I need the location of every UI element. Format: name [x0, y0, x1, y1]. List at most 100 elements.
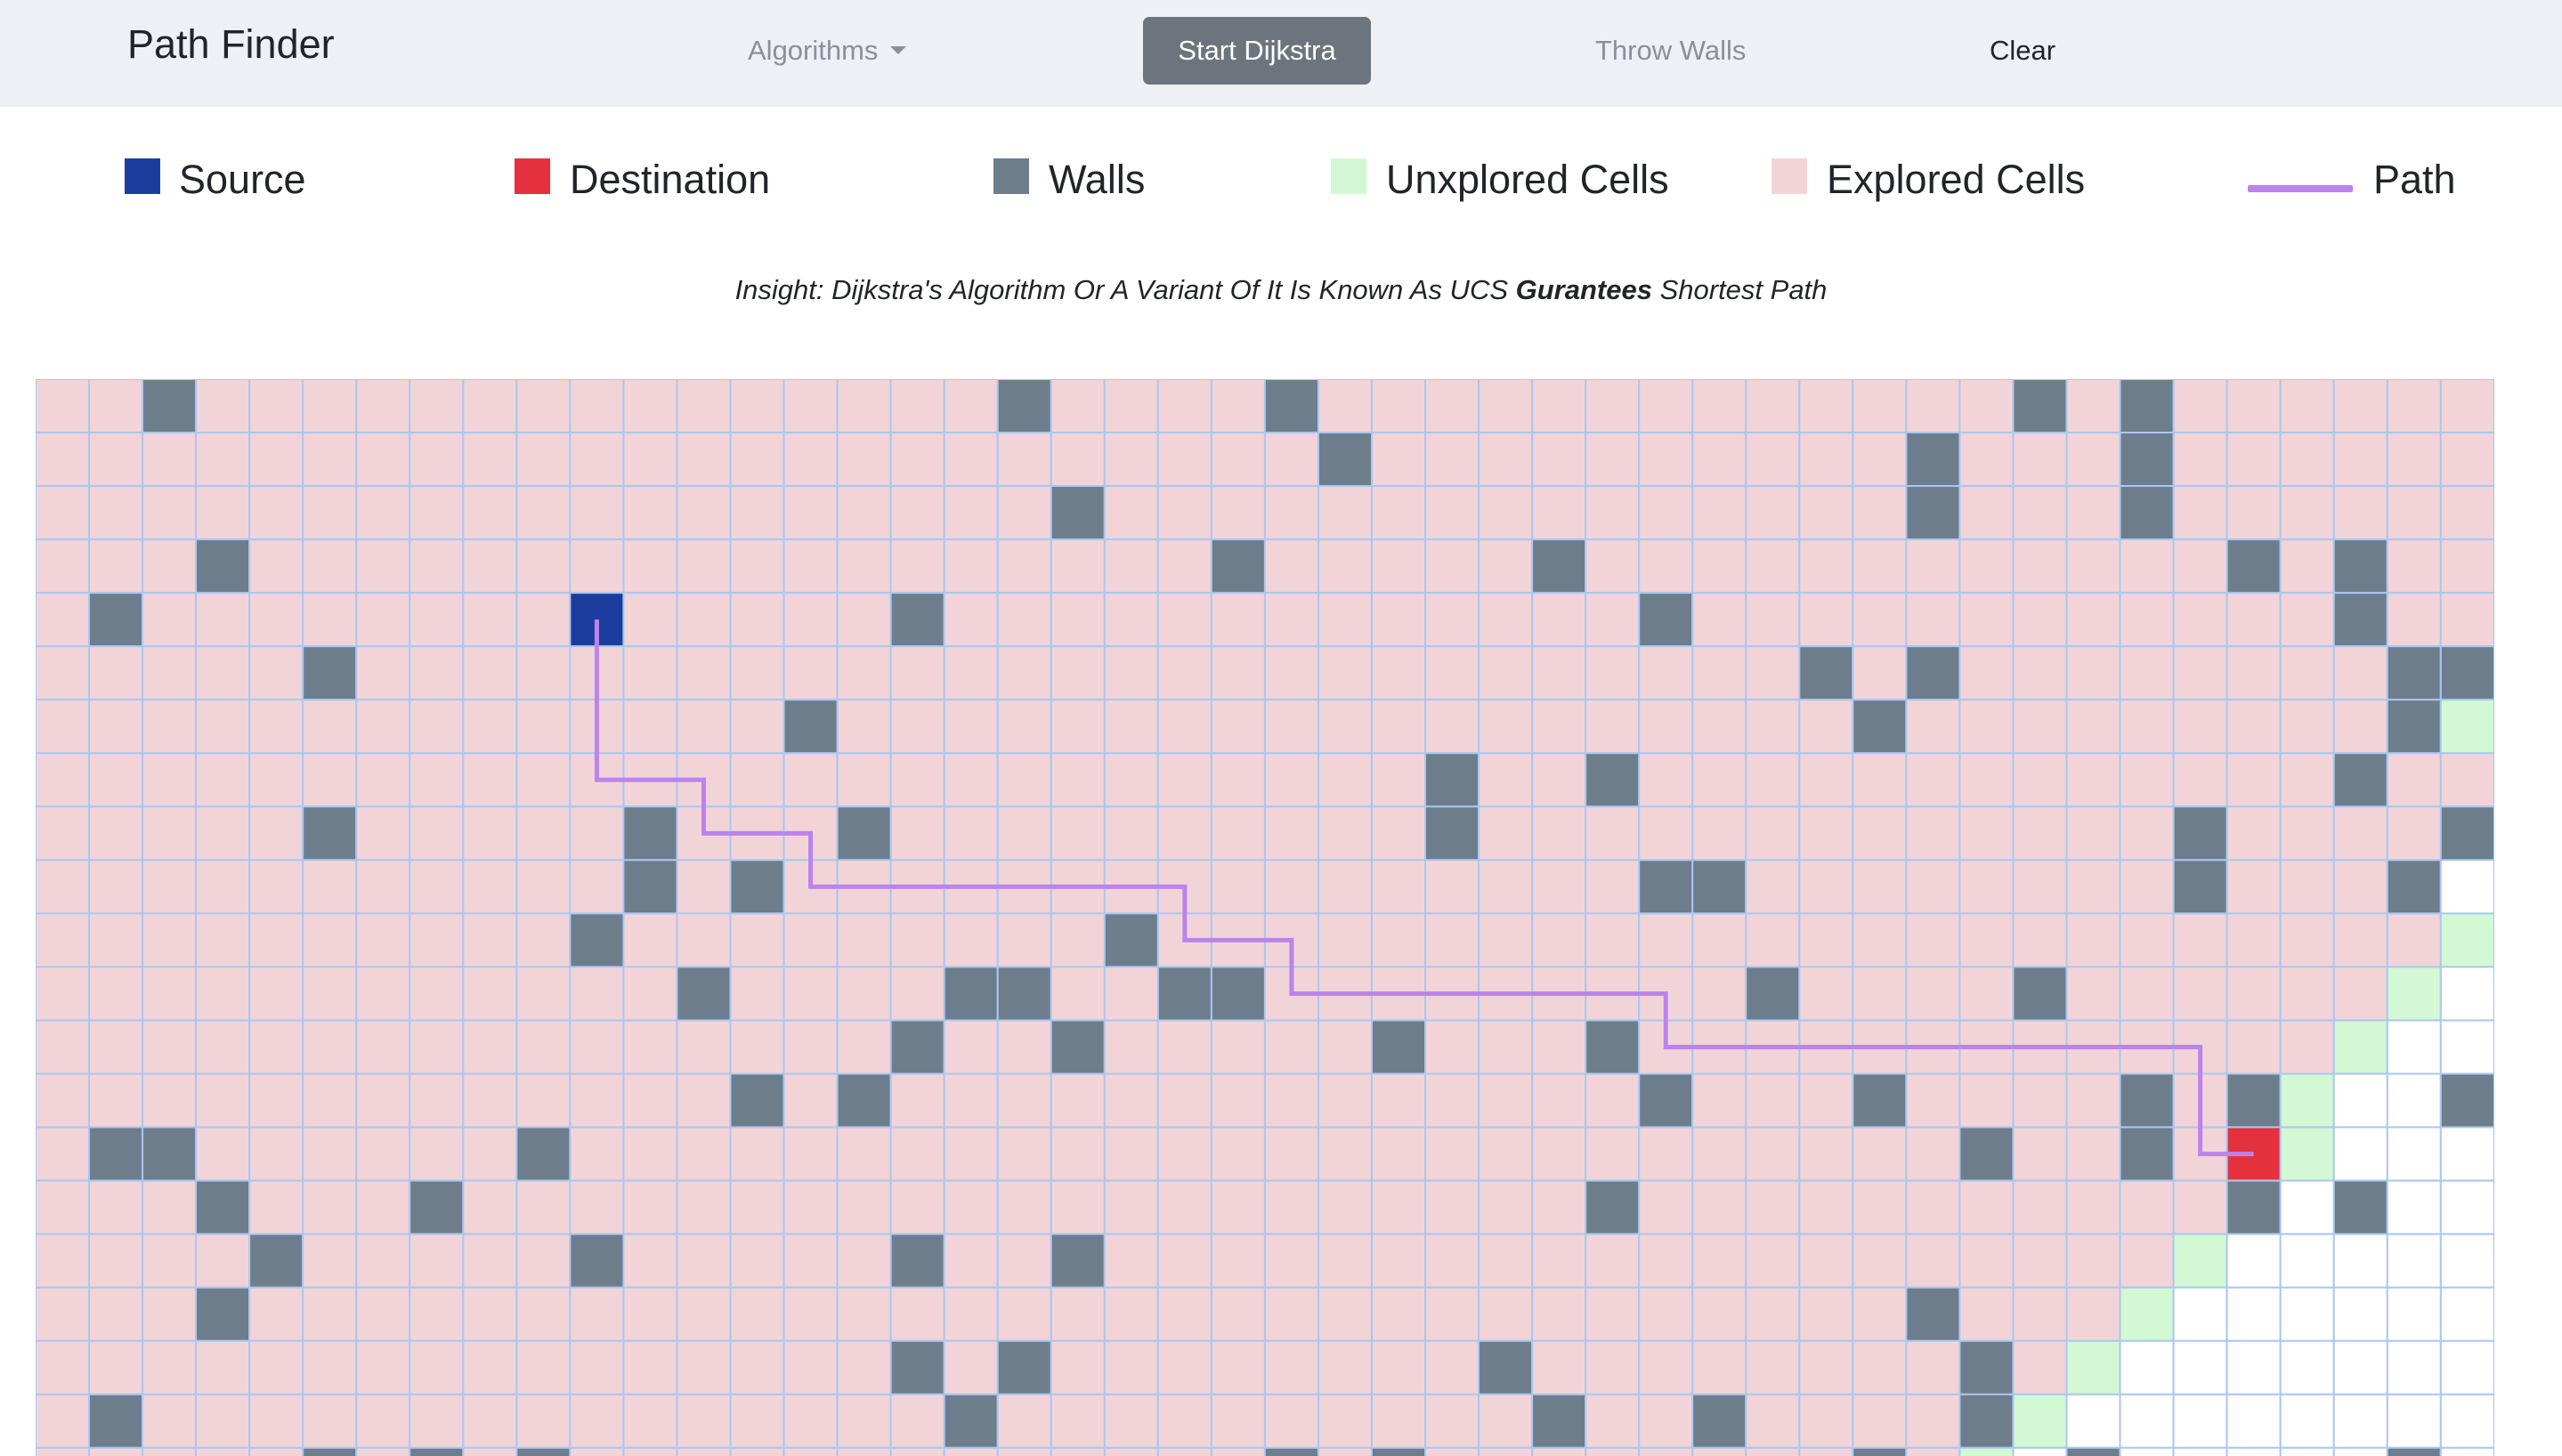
explored-cell[interactable]: [409, 805, 465, 861]
explored-cell[interactable]: [2119, 752, 2175, 808]
explored-cell[interactable]: [195, 592, 251, 648]
explored-cell[interactable]: [1263, 1339, 1319, 1395]
explored-cell[interactable]: [2119, 805, 2175, 861]
explored-cell[interactable]: [1371, 432, 1427, 488]
empty-cell[interactable]: [2279, 1179, 2335, 1235]
explored-cell[interactable]: [355, 1393, 411, 1449]
explored-cell[interactable]: [1958, 1179, 2015, 1235]
explored-cell[interactable]: [1531, 1286, 1587, 1342]
explored-cell[interactable]: [1798, 1072, 1854, 1128]
empty-cell[interactable]: [2119, 1339, 2175, 1395]
explored-cell[interactable]: [1478, 1019, 1534, 1075]
explored-cell[interactable]: [1958, 1286, 2015, 1342]
wall-cell[interactable]: [782, 699, 839, 755]
wall-cell[interactable]: [1210, 538, 1266, 595]
explored-cell[interactable]: [1905, 1446, 1961, 1456]
explored-cell[interactable]: [142, 1019, 198, 1075]
explored-cell[interactable]: [1852, 645, 1908, 701]
explored-cell[interactable]: [1531, 1179, 1587, 1235]
unexplored-cell[interactable]: [2012, 1393, 2068, 1449]
explored-cell[interactable]: [1103, 538, 1159, 595]
explored-cell[interactable]: [1317, 699, 1373, 755]
explored-cell[interactable]: [302, 432, 358, 488]
wall-cell[interactable]: [1745, 966, 1801, 1022]
explored-cell[interactable]: [943, 1072, 999, 1128]
explored-cell[interactable]: [836, 1446, 892, 1456]
explored-cell[interactable]: [1958, 752, 2015, 808]
explored-cell[interactable]: [1585, 1286, 1641, 1342]
explored-cell[interactable]: [1852, 1393, 1908, 1449]
explored-cell[interactable]: [622, 1179, 678, 1235]
explored-cell[interactable]: [1958, 699, 2015, 755]
explored-cell[interactable]: [2386, 805, 2442, 861]
explored-cell[interactable]: [248, 538, 304, 595]
explored-cell[interactable]: [195, 859, 251, 915]
explored-cell[interactable]: [462, 645, 518, 701]
explored-cell[interactable]: [515, 1019, 572, 1075]
unexplored-cell[interactable]: [2332, 1019, 2388, 1075]
explored-cell[interactable]: [2012, 645, 2068, 701]
explored-cell[interactable]: [943, 485, 999, 541]
explored-cell[interactable]: [1958, 432, 2015, 488]
explored-cell[interactable]: [2065, 912, 2121, 968]
explored-cell[interactable]: [1745, 1286, 1801, 1342]
explored-cell[interactable]: [782, 1286, 839, 1342]
explored-cell[interactable]: [2012, 752, 2068, 808]
explored-cell[interactable]: [1745, 1233, 1801, 1289]
explored-cell[interactable]: [2439, 538, 2494, 595]
empty-cell[interactable]: [2279, 1286, 2335, 1342]
explored-cell[interactable]: [2172, 966, 2228, 1022]
explored-cell[interactable]: [462, 1446, 518, 1456]
explored-cell[interactable]: [2119, 1233, 2175, 1289]
explored-cell[interactable]: [248, 805, 304, 861]
explored-cell[interactable]: [1585, 538, 1641, 595]
explored-cell[interactable]: [676, 859, 732, 915]
explored-cell[interactable]: [729, 1339, 785, 1395]
explored-cell[interactable]: [36, 1286, 91, 1342]
explored-cell[interactable]: [676, 1393, 732, 1449]
explored-cell[interactable]: [1798, 485, 1854, 541]
explored-cell[interactable]: [2332, 805, 2388, 861]
explored-cell[interactable]: [515, 1072, 572, 1128]
explored-cell[interactable]: [1050, 752, 1106, 808]
explored-cell[interactable]: [2386, 379, 2442, 434]
explored-cell[interactable]: [1691, 485, 1747, 541]
explored-cell[interactable]: [836, 1339, 892, 1395]
explored-cell[interactable]: [1050, 1393, 1106, 1449]
explored-cell[interactable]: [1798, 859, 1854, 915]
explored-cell[interactable]: [248, 645, 304, 701]
explored-cell[interactable]: [1424, 485, 1480, 541]
explored-cell[interactable]: [676, 538, 732, 595]
explored-cell[interactable]: [1691, 966, 1747, 1022]
explored-cell[interactable]: [1371, 485, 1427, 541]
empty-cell[interactable]: [2386, 1179, 2442, 1235]
start-dijkstra-button[interactable]: Start Dijkstra: [1143, 17, 1371, 85]
explored-cell[interactable]: [782, 538, 839, 595]
explored-cell[interactable]: [2279, 538, 2335, 595]
explored-cell[interactable]: [195, 699, 251, 755]
explored-cell[interactable]: [355, 805, 411, 861]
explored-cell[interactable]: [515, 966, 572, 1022]
explored-cell[interactable]: [889, 805, 945, 861]
explored-cell[interactable]: [195, 752, 251, 808]
wall-cell[interactable]: [1905, 1286, 1961, 1342]
explored-cell[interactable]: [1905, 1179, 1961, 1235]
explored-cell[interactable]: [1263, 699, 1319, 755]
explored-cell[interactable]: [1050, 966, 1106, 1022]
explored-cell[interactable]: [1905, 538, 1961, 595]
empty-cell[interactable]: [2119, 1446, 2175, 1456]
explored-cell[interactable]: [943, 432, 999, 488]
empty-cell[interactable]: [2386, 1233, 2442, 1289]
explored-cell[interactable]: [1958, 538, 2015, 595]
explored-cell[interactable]: [996, 645, 1052, 701]
explored-cell[interactable]: [1638, 1393, 1694, 1449]
explored-cell[interactable]: [36, 1339, 91, 1395]
explored-cell[interactable]: [1156, 645, 1212, 701]
explored-cell[interactable]: [355, 1072, 411, 1128]
explored-cell[interactable]: [2119, 645, 2175, 701]
explored-cell[interactable]: [2012, 1233, 2068, 1289]
explored-cell[interactable]: [515, 859, 572, 915]
explored-cell[interactable]: [1424, 1072, 1480, 1128]
explored-cell[interactable]: [1798, 805, 1854, 861]
explored-cell[interactable]: [2119, 699, 2175, 755]
